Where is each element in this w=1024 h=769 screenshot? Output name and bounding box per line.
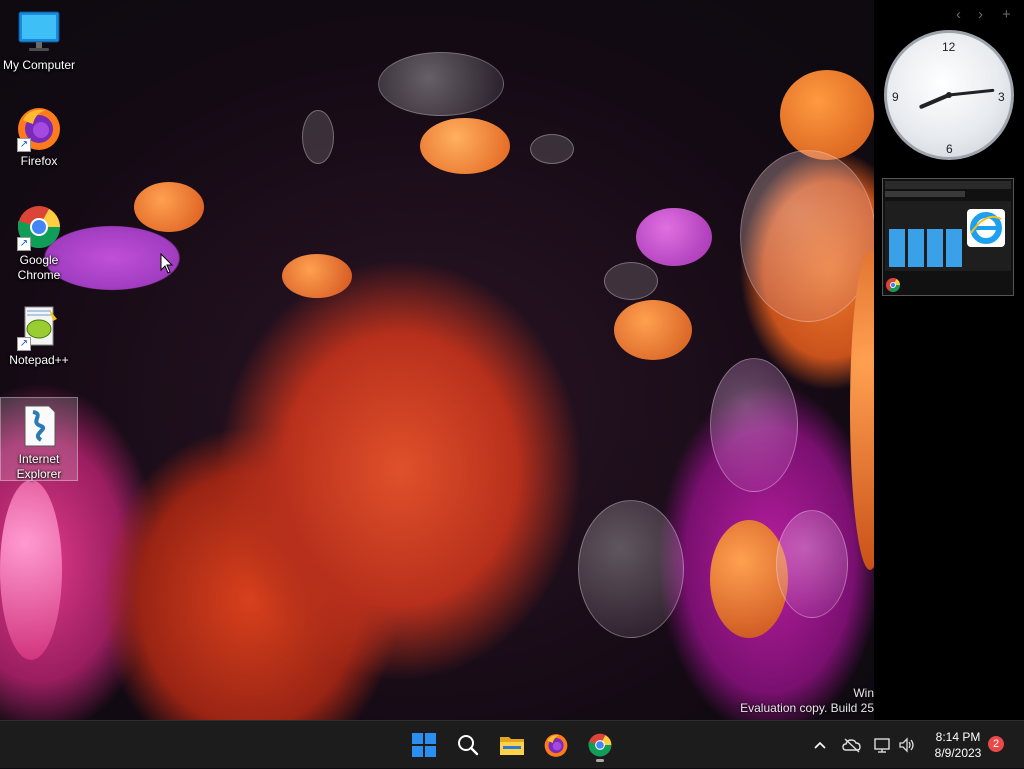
show-hidden-icons-button[interactable] — [810, 721, 830, 769]
taskbar: 8:14 PM 8/9/2023 — [0, 720, 1024, 768]
clock-hour-hand — [919, 93, 951, 109]
taskbar-clock[interactable]: 8:14 PM 8/9/2023 — [918, 729, 998, 761]
network-button[interactable] — [872, 721, 894, 769]
desktop-icon-label: Internet Explorer — [16, 452, 62, 481]
onedrive-offline-button[interactable] — [840, 721, 864, 769]
desktop-icon-label: My Computer — [2, 58, 76, 72]
desktop-icon-notepad-plus-plus[interactable]: ↗ Notepad++ — [1, 303, 77, 368]
notification-badge[interactable]: 2 — [988, 736, 1004, 752]
chrome-window-thumbnail[interactable] — [882, 178, 1014, 296]
desktop-icon-google-chrome[interactable]: ↗ Google Chrome — [1, 203, 77, 283]
watermark-line-1: Win — [853, 686, 874, 700]
clock-minute-hand — [947, 88, 995, 97]
firefox-icon — [544, 734, 568, 757]
taskbar-date: 8/9/2023 — [934, 746, 982, 760]
chrome-icon — [588, 733, 612, 757]
taskbar-firefox-button[interactable] — [538, 727, 574, 763]
folder-icon — [500, 737, 524, 755]
volume-button[interactable] — [896, 721, 918, 769]
windows-logo-icon — [412, 733, 436, 757]
desktop-icon-label: Notepad++ — [9, 353, 69, 367]
shortcut-arrow-icon: ↗ — [17, 337, 31, 351]
search-icon — [458, 735, 479, 756]
file-explorer-button[interactable] — [494, 727, 530, 763]
cloud-offline-icon — [842, 738, 861, 753]
desktop-icon-my-computer[interactable]: My Computer — [1, 8, 77, 73]
speaker-icon — [899, 737, 914, 753]
watermark-line-2: Evaluation copy. Build 25 — [740, 701, 874, 715]
shortcut-arrow-icon: ↗ — [17, 237, 31, 251]
chrome-small-icon — [885, 277, 901, 298]
desktop-icon-label: Firefox — [20, 154, 58, 168]
desktop-icon-label: Google Chrome — [17, 253, 61, 282]
clock-hands — [919, 88, 995, 109]
shortcut-arrow-icon: ↗ — [17, 138, 31, 152]
monitor-icon — [15, 8, 63, 56]
mouse-cursor-icon — [160, 252, 174, 280]
taskbar-time: 8:14 PM — [935, 730, 981, 744]
internet-explorer-icon — [967, 209, 1005, 247]
panel-next-button[interactable]: › — [978, 6, 983, 23]
chrome-icon: ↗ — [15, 203, 63, 251]
running-indicator — [596, 759, 604, 762]
analog-clock-widget[interactable]: 12 3 6 9 — [884, 30, 1014, 160]
firefox-icon: ↗ — [15, 104, 63, 152]
desktop-icon-firefox[interactable]: ↗ Firefox — [1, 104, 77, 169]
start-button[interactable] — [406, 727, 442, 763]
panel-prev-button[interactable]: ‹ — [956, 6, 961, 23]
search-button[interactable] — [450, 727, 486, 763]
chevron-up-icon — [814, 741, 826, 749]
script-document-icon — [15, 402, 63, 450]
network-icon — [874, 738, 890, 753]
desktop-icon-internet-explorer[interactable]: Internet Explorer — [0, 397, 78, 481]
desktop-wallpaper — [0, 0, 874, 720]
panel-add-button[interactable]: + — [1002, 6, 1011, 23]
notepad-plus-plus-icon: ↗ — [15, 303, 63, 351]
widget-side-panel: ‹ › + 12 3 6 9 — [874, 0, 1024, 720]
taskbar-chrome-button[interactable] — [582, 727, 618, 763]
